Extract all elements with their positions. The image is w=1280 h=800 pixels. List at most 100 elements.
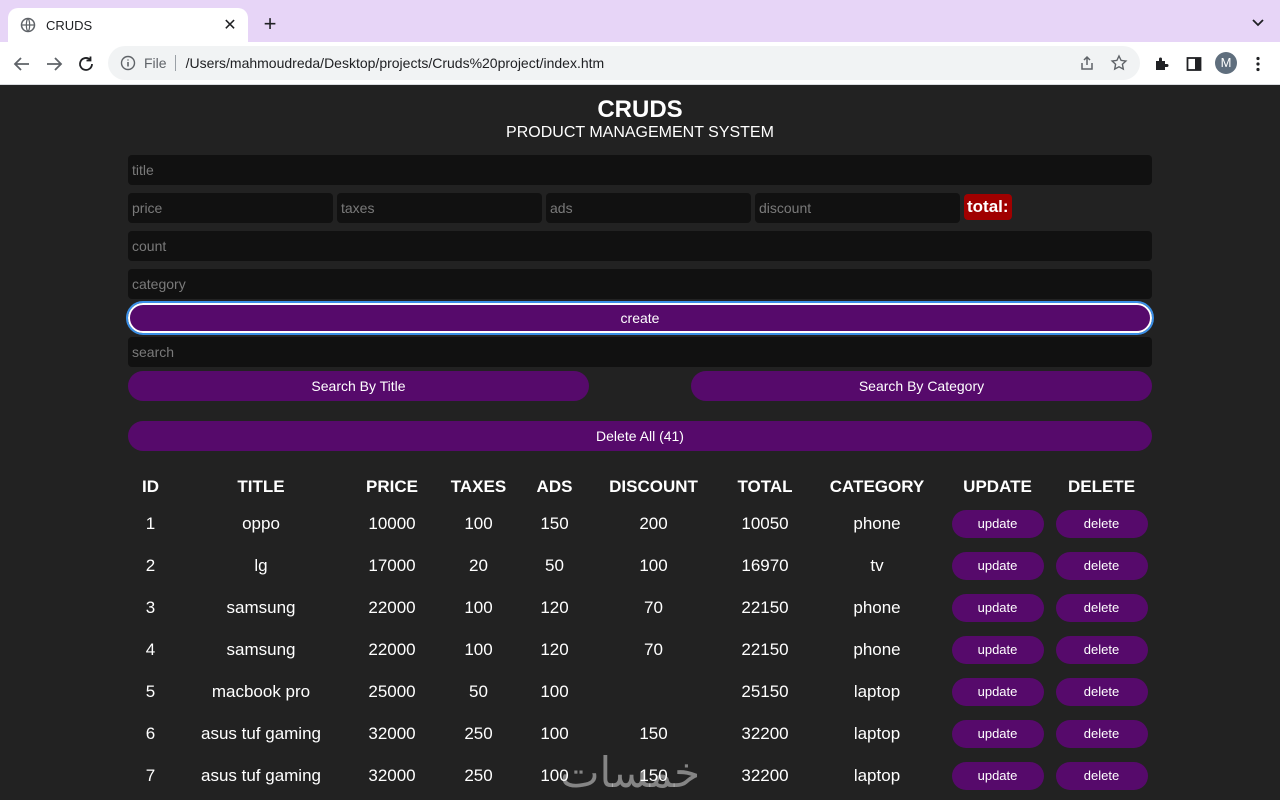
cell-total: 32200 <box>741 724 789 743</box>
back-arrow-icon[interactable] <box>10 52 34 76</box>
table-header-row: ID TITLE PRICE TAXES ADS DISCOUNT TOTAL … <box>128 471 1152 503</box>
header-category: CATEGORY <box>829 477 925 496</box>
delete-all-button[interactable]: Delete All (41) <box>128 421 1152 451</box>
update-button[interactable]: update <box>951 594 1044 622</box>
cell-delete: delete <box>1051 629 1152 671</box>
cell-discount: 70 <box>644 640 663 659</box>
kebab-menu-icon[interactable] <box>1246 52 1270 76</box>
cell-price: 10000 <box>368 514 416 533</box>
cell-delete: delete <box>1051 503 1152 545</box>
table-row: 3 samsung 22000 100 120 70 22150 phone u… <box>128 587 1152 629</box>
browser-tab[interactable]: CRUDS ✕ <box>8 8 248 42</box>
side-panel-icon[interactable] <box>1182 52 1206 76</box>
cell-discount: 100 <box>639 556 668 575</box>
cell-update: update <box>944 545 1051 587</box>
forward-arrow-icon[interactable] <box>42 52 66 76</box>
cell-price: 32000 <box>368 724 416 743</box>
update-button[interactable]: update <box>951 636 1044 664</box>
update-button[interactable]: update <box>951 552 1044 580</box>
cell-ads: 150 <box>540 514 569 533</box>
count-input[interactable] <box>128 231 1152 261</box>
close-icon[interactable]: ✕ <box>222 15 238 35</box>
cell-category: tv <box>870 556 884 575</box>
create-button[interactable]: create <box>126 301 1154 335</box>
cell-title: oppo <box>242 514 280 533</box>
category-input[interactable] <box>128 269 1152 299</box>
ads-input[interactable] <box>546 193 751 223</box>
cell-delete: delete <box>1051 587 1152 629</box>
cell-price: 32000 <box>368 766 416 785</box>
cell-total: 25150 <box>741 682 789 701</box>
table-row: 5 macbook pro 25000 50 100 25150 laptop … <box>128 671 1152 713</box>
update-button[interactable]: update <box>951 720 1044 748</box>
cell-title: macbook pro <box>211 682 311 701</box>
cell-id: 5 <box>145 682 156 701</box>
header-discount: DISCOUNT <box>609 477 698 496</box>
cell-id: 1 <box>145 514 156 533</box>
cell-title: lg <box>254 556 268 575</box>
cell-taxes: 250 <box>464 724 493 743</box>
total-badge: total: <box>964 194 1012 220</box>
delete-button[interactable]: delete <box>1055 510 1148 538</box>
cell-id: 7 <box>145 766 156 785</box>
new-tab-plus-icon[interactable]: + <box>258 12 282 36</box>
search-input[interactable] <box>128 337 1152 367</box>
discount-input[interactable] <box>755 193 960 223</box>
share-icon[interactable] <box>1076 52 1098 74</box>
cell-taxes: 100 <box>464 640 493 659</box>
address-bar[interactable]: File /Users/mahmoudreda/Desktop/projects… <box>108 46 1140 80</box>
search-by-category-button[interactable]: Search By Category <box>691 371 1152 401</box>
cell-delete: delete <box>1051 755 1152 797</box>
chevron-down-icon[interactable] <box>1250 14 1266 30</box>
cell-update: update <box>944 671 1051 713</box>
cell-update: update <box>944 503 1051 545</box>
search-by-title-button[interactable]: Search By Title <box>128 371 589 401</box>
extensions-puzzle-icon[interactable] <box>1150 52 1174 76</box>
delete-button[interactable]: delete <box>1055 552 1148 580</box>
cell-category: laptop <box>853 724 901 743</box>
taxes-input[interactable] <box>337 193 542 223</box>
cell-category: phone <box>853 640 901 659</box>
delete-button[interactable]: delete <box>1055 594 1148 622</box>
cell-discount: 70 <box>644 598 663 617</box>
cell-title: asus tuf gaming <box>200 724 321 743</box>
delete-button[interactable]: delete <box>1055 762 1148 790</box>
cell-price: 22000 <box>368 598 416 617</box>
update-button[interactable]: update <box>951 762 1044 790</box>
table-row: 1 oppo 10000 100 150 200 10050 phone upd… <box>128 503 1152 545</box>
url-text[interactable]: /Users/mahmoudreda/Desktop/projects/Crud… <box>186 55 1076 71</box>
info-icon[interactable] <box>120 55 136 71</box>
cell-discount: 200 <box>639 514 668 533</box>
header-id: ID <box>142 477 159 496</box>
star-icon[interactable] <box>1108 52 1130 74</box>
update-button[interactable]: update <box>951 510 1044 538</box>
cell-total: 32200 <box>741 766 789 785</box>
globe-icon <box>20 17 36 33</box>
cell-total: 16970 <box>741 556 789 575</box>
price-input[interactable] <box>128 193 333 223</box>
cell-id: 2 <box>145 556 156 575</box>
delete-button[interactable]: delete <box>1055 636 1148 664</box>
cell-category: phone <box>853 514 901 533</box>
cell-update: update <box>944 587 1051 629</box>
cell-category: laptop <box>853 766 901 785</box>
cell-total: 22150 <box>741 640 789 659</box>
cell-title: samsung <box>226 598 296 617</box>
cell-delete: delete <box>1051 713 1152 755</box>
browser-tab-strip: CRUDS ✕ + <box>0 0 1280 42</box>
header-title: TITLE <box>237 477 285 496</box>
delete-button[interactable]: delete <box>1055 720 1148 748</box>
cell-price: 17000 <box>368 556 416 575</box>
cell-price: 22000 <box>368 640 416 659</box>
update-button[interactable]: update <box>951 678 1044 706</box>
cell-update: update <box>944 713 1051 755</box>
reload-icon[interactable] <box>74 52 98 76</box>
cell-taxes: 100 <box>464 598 493 617</box>
cell-taxes: 100 <box>464 514 493 533</box>
cell-ads: 120 <box>540 640 569 659</box>
title-input[interactable] <box>128 155 1152 185</box>
cell-id: 4 <box>145 640 156 659</box>
cell-ads: 120 <box>540 598 569 617</box>
profile-avatar[interactable]: M <box>1215 52 1237 74</box>
delete-button[interactable]: delete <box>1055 678 1148 706</box>
